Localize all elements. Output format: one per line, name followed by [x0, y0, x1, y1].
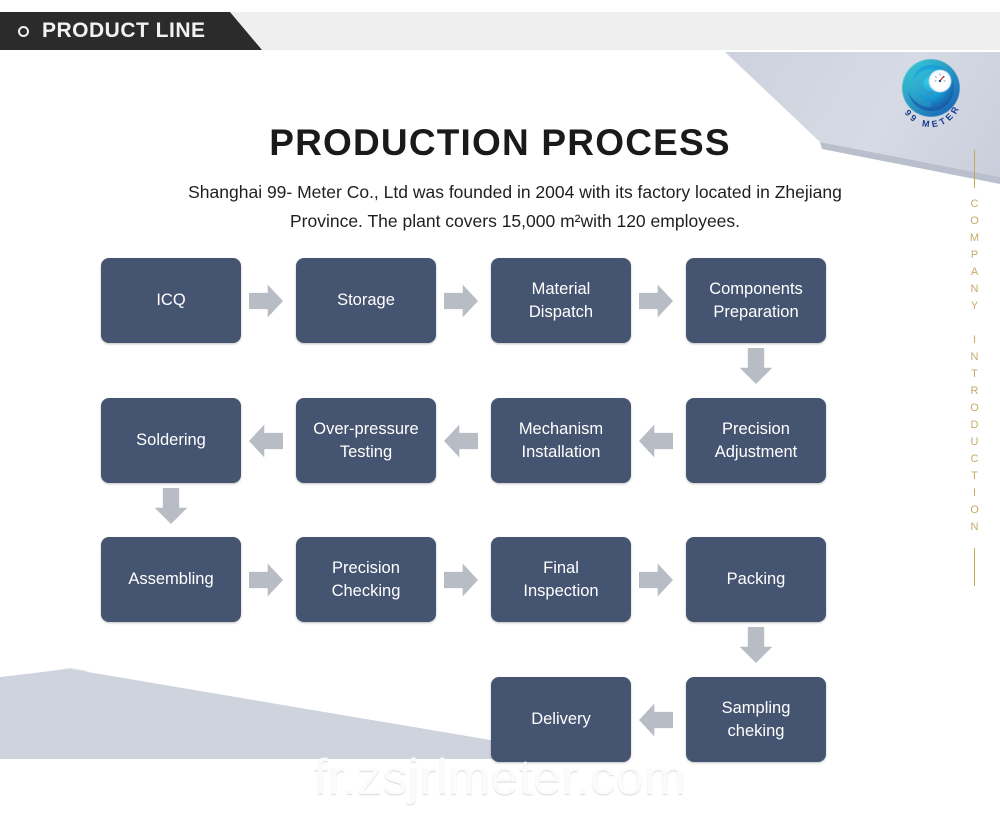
arrow-right-icon — [249, 563, 283, 597]
side-label-line-bottom — [973, 548, 975, 586]
process-step-packing: Packing — [686, 537, 826, 622]
process-step-icq: ICQ — [101, 258, 241, 343]
arrow-right-icon — [639, 563, 673, 597]
process-step-storage: Storage — [296, 258, 436, 343]
arrow-right-icon — [639, 284, 673, 318]
arrow-left-icon — [444, 424, 478, 458]
arrow-right-icon — [444, 563, 478, 597]
page-title: PRODUCTION PROCESS — [269, 122, 731, 163]
arrow-left-icon — [249, 424, 283, 458]
process-step-precision-checking: Precision Checking — [296, 537, 436, 622]
process-step-delivery: Delivery — [491, 677, 631, 762]
arrow-left-icon — [639, 424, 673, 458]
arrow-right-icon — [249, 284, 283, 318]
process-step-material-dispatch: Material Dispatch — [491, 258, 631, 343]
process-step-mechanism-installation: Mechanism Installation — [491, 398, 631, 483]
process-step-sampling-cheking: Sampling cheking — [686, 677, 826, 762]
process-step-components-preparation: Components Preparation — [686, 258, 826, 343]
process-step-final-inspection: Final Inspection — [491, 537, 631, 622]
process-step-precision-adjustment: Precision Adjustment — [686, 398, 826, 483]
arrow-down-icon — [739, 627, 773, 663]
company-introduction-side-label: COMPANY INTRODUCTION — [962, 150, 986, 586]
arrow-down-icon — [739, 348, 773, 384]
arrow-right-icon — [444, 284, 478, 318]
circle-outline-icon — [18, 25, 29, 37]
header-tab-label: PRODUCT LINE — [42, 19, 206, 42]
decorative-corner-bottom-left — [0, 669, 520, 759]
process-step-assembling: Assembling — [101, 537, 241, 622]
page-root: PRODUCT LINE 99 METER COMPANY INTRODUCTI… — [0, 0, 1000, 832]
process-step-soldering: Soldering — [101, 398, 241, 483]
arrow-left-icon — [639, 703, 673, 737]
arrow-down-icon — [154, 488, 188, 524]
header-tab-product-line[interactable]: PRODUCT LINE — [0, 12, 262, 50]
decorative-corner-bottom-left-highlight — [0, 668, 90, 680]
process-step-over-pressure-testing: Over-pressure Testing — [296, 398, 436, 483]
page-subtitle: Shanghai 99- Meter Co., Ltd was founded … — [188, 182, 842, 231]
company-logo: 99 METER — [893, 56, 969, 132]
side-label-text: COMPANY INTRODUCTION — [968, 198, 981, 538]
